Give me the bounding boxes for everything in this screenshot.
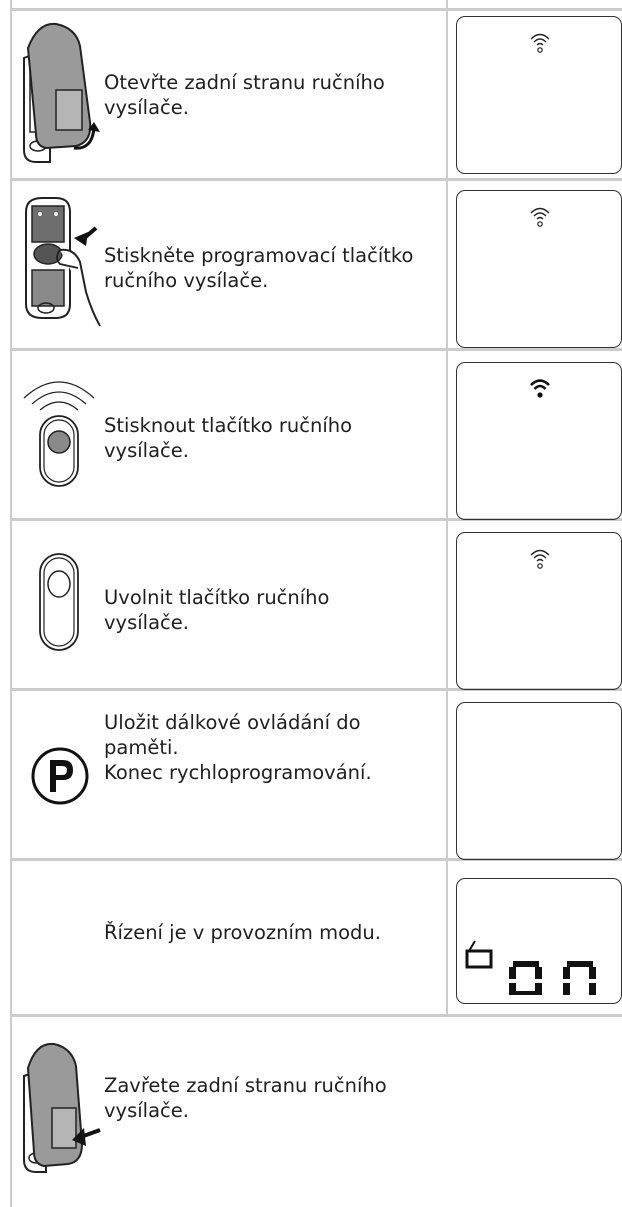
step-text: Otevřte zadní stranu ručního vysílače. (104, 71, 385, 119)
step-text: Zavřete zadní stranu ručního vysílače. (104, 1074, 387, 1122)
lcd-display (456, 362, 622, 520)
step-text: Uvolnit tlačítko ručního vysílače. (104, 586, 330, 634)
button-released-icon (39, 553, 79, 651)
lcd-display (456, 190, 622, 348)
table-border-left (10, 0, 12, 1207)
row-divider (10, 1014, 622, 1017)
wifi-outline-icon (530, 549, 550, 569)
wifi-outline-icon (530, 33, 550, 53)
press-program-button-icon (25, 197, 101, 327)
button-transmitting-icon (23, 381, 95, 487)
row-divider (10, 178, 622, 181)
remote-close-back-icon (23, 1042, 101, 1173)
step-text: Uložit dálkové ovládání do paměti. Konec… (104, 711, 372, 784)
door-on-display-icon (465, 940, 596, 995)
remote-open-back-icon (23, 22, 100, 163)
step-text: Stisknout tlačítko ručního vysílače. (104, 414, 353, 462)
p-button-icon (31, 747, 89, 805)
lcd-display (456, 878, 622, 1004)
row-divider (10, 8, 622, 11)
wifi-outline-icon (530, 207, 550, 227)
lcd-display (456, 532, 622, 690)
lcd-display (456, 16, 622, 174)
step-text: Řízení je v provozním modu. (104, 921, 381, 944)
table-border-middle (446, 0, 448, 1014)
wifi-filled-icon (530, 379, 550, 398)
step-text: Stiskněte programovací tlačítko ručního … (104, 244, 414, 292)
instruction-table: Otevřte zadní stranu ručního vysílače. S… (0, 0, 622, 1207)
row-divider (10, 348, 622, 351)
lcd-display (456, 702, 622, 860)
